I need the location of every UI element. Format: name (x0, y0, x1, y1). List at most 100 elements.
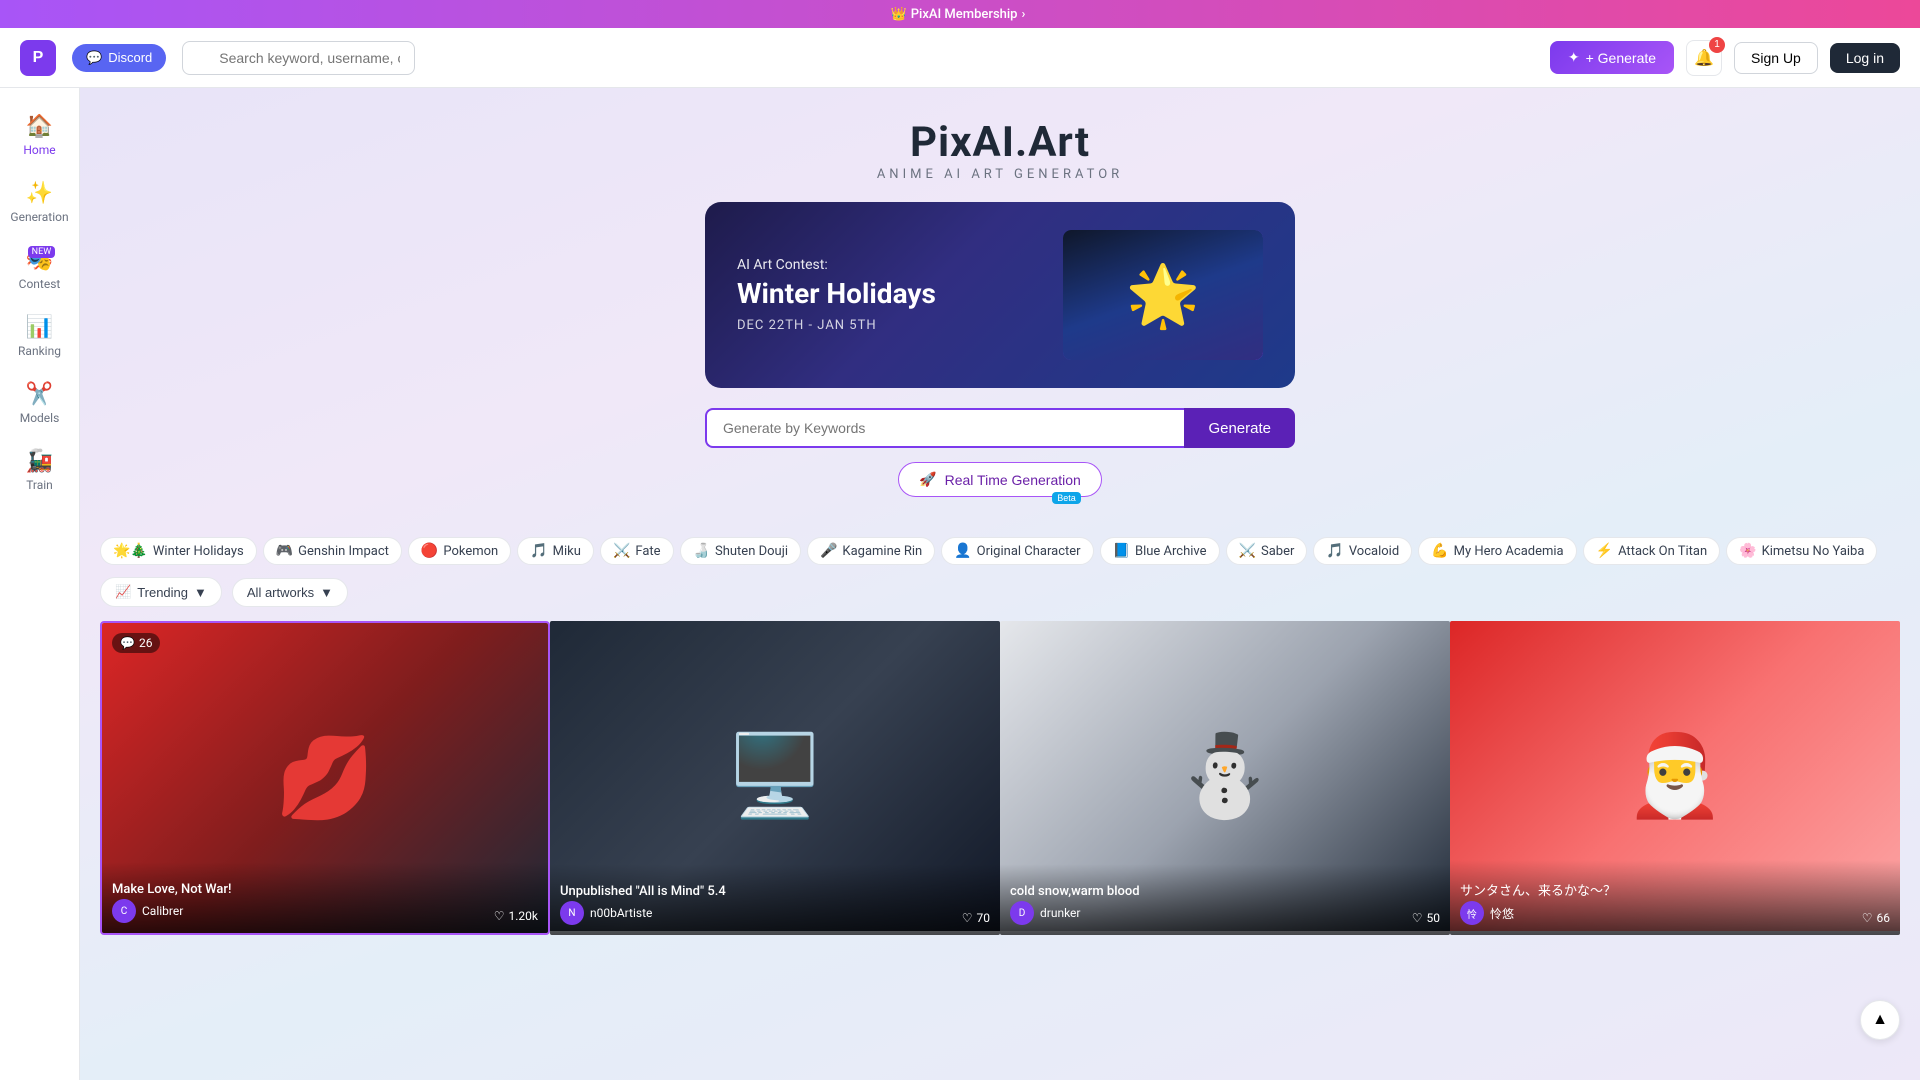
logo-text: P (33, 49, 44, 67)
tag-label-9: Saber (1261, 544, 1294, 559)
art-card-author-1: N n00bArtiste (560, 901, 726, 925)
tag-original-character[interactable]: 👤 Original Character (941, 537, 1093, 565)
notification-button[interactable]: 🔔 1 (1686, 40, 1722, 76)
likes-count-3: 66 (1877, 911, 1891, 925)
sidebar-item-ranking[interactable]: 📊 Ranking (6, 305, 74, 368)
tag-emoji-9: ⚔️ (1239, 543, 1256, 559)
art-card-3[interactable]: 🎅 サンタさん、来るかな～？ 怜 怜悠 ♡ 66 (1450, 621, 1900, 935)
author-name-2: drunker (1040, 906, 1080, 920)
sidebar-item-generation[interactable]: ✨ Generation (6, 171, 74, 234)
tag-miku[interactable]: 🎵 Miku (517, 537, 594, 565)
banner-text: PixAI Membership (911, 7, 1018, 22)
crown-icon: 👑 (891, 7, 907, 22)
contest-banner[interactable]: AI Art Contest: Winter Holidays DEC 22TH… (705, 202, 1295, 388)
author-name-3: 怜悠 (1490, 905, 1514, 922)
tag-my-hero-academia[interactable]: 💪 My Hero Academia (1418, 537, 1576, 565)
art-title-3: サンタさん、来るかな～？ (1460, 880, 1616, 899)
tag-pokemon[interactable]: 🔴 Pokemon (408, 537, 511, 565)
tag-vocaloid[interactable]: 🎵 Vocaloid (1313, 537, 1412, 565)
tag-kagamine-rin[interactable]: 🎤 Kagamine Rin (807, 537, 935, 565)
scroll-up-button[interactable]: ▲ (1860, 1000, 1900, 1040)
tag-label-10: Vocaloid (1349, 544, 1399, 559)
header-generate-button[interactable]: ✦ + Generate (1550, 41, 1674, 74)
tag-fate[interactable]: ⚔️ Fate (600, 537, 674, 565)
header-right: ✦ + Generate 🔔 1 Sign Up Log in (1550, 40, 1900, 76)
sidebar-label-home: Home (23, 143, 55, 157)
contest-text: AI Art Contest: Winter Holidays DEC 22TH… (737, 257, 936, 333)
tag-genshin-impact[interactable]: 🎮 Genshin Impact (263, 537, 402, 565)
main-layout: 🏠 Home ✨ Generation 🎭 NEW Contest 📊 Rank… (0, 88, 1920, 1080)
tag-attack-on-titan[interactable]: ⚡ Attack On Titan (1583, 537, 1721, 565)
contest-date: DEC 22TH - JAN 5TH (737, 318, 936, 333)
art-title-2: cold snow,warm blood (1010, 884, 1140, 899)
notification-badge: 1 (1709, 37, 1725, 53)
tag-label-5: Shuten Douji (715, 544, 788, 559)
art-card-author-0: C Calibrer (112, 899, 231, 923)
site-subtitle: ANIME AI ART GENERATOR (877, 167, 1123, 182)
sidebar-item-home[interactable]: 🏠 Home (6, 104, 74, 167)
likes-count-0: 1.20k (509, 909, 538, 923)
filter-row: 📈 Trending ▼ All artworks ▼ (80, 577, 1920, 621)
banner-arrow: › (1022, 7, 1026, 22)
logo-button[interactable]: P (20, 40, 56, 76)
generation-icon: ✨ (26, 181, 53, 206)
tag-label-13: Kimetsu No Yaiba (1762, 544, 1865, 559)
art-card-1[interactable]: 🖥️ Unpublished "All is Mind" 5.4 N n00bA… (550, 621, 1000, 935)
home-icon: 🏠 (26, 114, 53, 139)
tag-emoji-11: 💪 (1431, 543, 1448, 559)
content-area: PixAI.Art ANIME AI ART GENERATOR AI Art … (80, 88, 1920, 1080)
art-card-2[interactable]: ⛄ cold snow,warm blood D drunker ♡ 50 (1000, 621, 1450, 935)
tag-saber[interactable]: ⚔️ Saber (1226, 537, 1308, 565)
all-artworks-filter-button[interactable]: All artworks ▼ (232, 578, 348, 607)
generate-main-button[interactable]: Generate (1184, 408, 1295, 448)
discord-label: Discord (108, 50, 152, 65)
contest-new-badge: NEW (28, 246, 56, 258)
all-artworks-label: All artworks (247, 585, 314, 600)
generate-input[interactable] (705, 408, 1184, 448)
art-likes-0: ♡ 1.20k (494, 909, 538, 923)
beta-badge: Beta (1052, 492, 1081, 504)
art-title-1: Unpublished "All is Mind" 5.4 (560, 884, 726, 899)
contest-title: Winter Holidays (737, 277, 936, 310)
sidebar-item-models[interactable]: ✂️ Models (6, 372, 74, 435)
ranking-icon: 📊 (26, 315, 53, 340)
sidebar-item-train[interactable]: 🚂 Train (6, 439, 74, 502)
likes-count-1: 70 (977, 911, 991, 925)
art-likes-2: ♡ 50 (1412, 911, 1440, 925)
site-title: PixAI.Art (910, 118, 1090, 167)
sign-up-label: Sign Up (1751, 50, 1801, 66)
art-likes-3: ♡ 66 (1862, 911, 1890, 925)
comment-number-0: 26 (139, 636, 153, 650)
art-card-info-2: cold snow,warm blood D drunker (1010, 884, 1140, 925)
art-card-0[interactable]: 💋 💬 26 Make Love, Not War! C Calibrer (100, 621, 550, 935)
tag-emoji-0: 🌟🎄 (113, 543, 148, 559)
tag-emoji-12: ⚡ (1596, 543, 1613, 559)
sidebar-item-contest[interactable]: 🎭 NEW Contest (6, 238, 74, 301)
top-banner[interactable]: 👑 PixAI Membership › (0, 0, 1920, 28)
discord-button[interactable]: 💬 Discord (72, 44, 166, 72)
author-avatar-2: D (1010, 901, 1034, 925)
heart-icon-0: ♡ (494, 909, 505, 923)
sidebar: 🏠 Home ✨ Generation 🎭 NEW Contest 📊 Rank… (0, 88, 80, 1080)
tag-emoji-4: ⚔️ (613, 543, 630, 559)
author-name-0: Calibrer (142, 904, 183, 918)
header: P 💬 Discord 🔍 ✦ + Generate 🔔 1 Sign Up L… (0, 28, 1920, 88)
sidebar-label-contest: Contest (19, 277, 61, 291)
sidebar-label-ranking: Ranking (18, 344, 61, 358)
sidebar-label-train: Train (26, 478, 53, 492)
tag-blue-archive[interactable]: 📘 Blue Archive (1100, 537, 1220, 565)
trending-filter-button[interactable]: 📈 Trending ▼ (100, 577, 222, 607)
log-in-button[interactable]: Log in (1830, 43, 1900, 73)
tag-shuten-douji[interactable]: 🍶 Shuten Douji (680, 537, 801, 565)
tag-kimetsu-no-yaiba[interactable]: 🌸 Kimetsu No Yaiba (1726, 537, 1877, 565)
likes-count-2: 50 (1427, 911, 1441, 925)
tag-emoji-8: 📘 (1113, 543, 1130, 559)
sign-up-button[interactable]: Sign Up (1734, 42, 1818, 74)
tag-emoji-7: 👤 (954, 543, 971, 559)
search-input[interactable] (182, 41, 415, 75)
tag-winter-holidays[interactable]: 🌟🎄 Winter Holidays (100, 537, 257, 565)
real-time-generation-button[interactable]: 🚀 Real Time Generation Beta (898, 462, 1102, 497)
tag-emoji-13: 🌸 (1739, 543, 1756, 559)
sidebar-label-generation: Generation (10, 210, 68, 224)
plus-icon: ✦ (1568, 49, 1580, 66)
